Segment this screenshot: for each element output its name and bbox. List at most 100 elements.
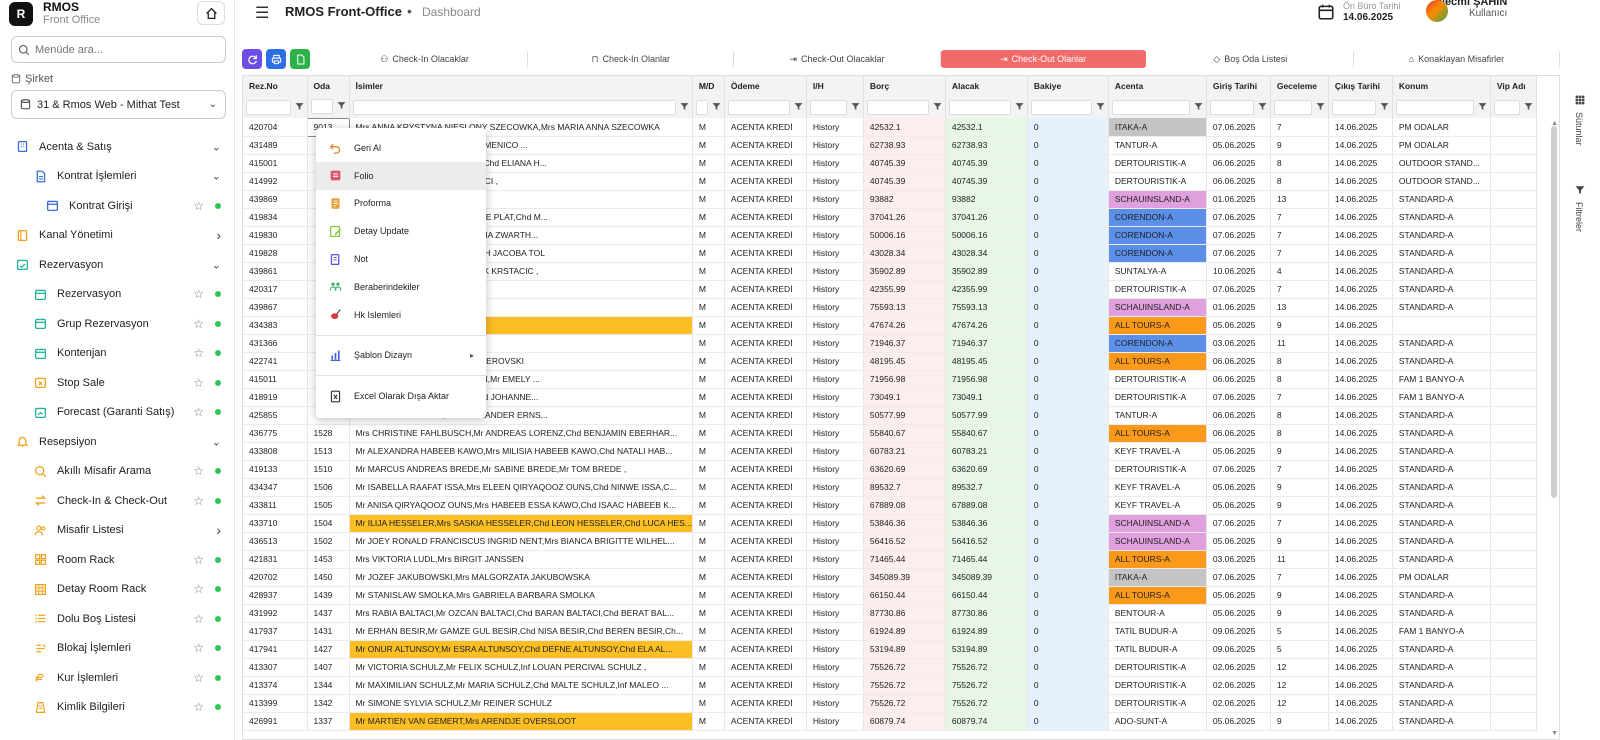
table-cell[interactable] <box>1490 532 1537 551</box>
table-cell[interactable]: 06.06.2025 <box>1206 352 1271 371</box>
table-cell[interactable]: M <box>692 586 725 605</box>
table-cell[interactable] <box>1490 694 1537 713</box>
table-cell[interactable]: STANDARD-A <box>1392 460 1491 479</box>
table-cell[interactable]: 05.06.2025 <box>1206 712 1271 731</box>
table-cell[interactable]: 431489 <box>243 136 308 155</box>
table-cell[interactable]: 61924.89 <box>945 622 1028 641</box>
table-cell[interactable]: 05.06.2025 <box>1206 586 1271 605</box>
table-cell[interactable]: ACENTA KREDİ <box>724 514 807 533</box>
sidebar-item-8[interactable]: Stop Sale ☆ <box>0 368 234 398</box>
table-cell[interactable]: 434383 <box>243 316 308 335</box>
table-cell[interactable]: ACENTA KREDİ <box>724 118 807 137</box>
table-cell[interactable]: SCHAUINSLAND-A <box>1108 514 1207 533</box>
table-cell[interactable]: 50006.16 <box>945 226 1028 245</box>
table-cell[interactable]: M <box>692 244 725 263</box>
table-cell[interactable]: 06.06.2025 <box>1206 370 1271 389</box>
table-cell[interactable] <box>1490 352 1537 371</box>
table-cell[interactable]: 14.06.2025 <box>1328 316 1393 335</box>
table-cell[interactable]: STANDARD-A <box>1392 190 1491 209</box>
column-filter-input[interactable] <box>1209 99 1254 115</box>
table-cell[interactable]: 0 <box>1027 622 1109 641</box>
hamburger-menu-icon[interactable]: ☰ <box>255 3 269 23</box>
table-cell[interactable]: History <box>806 334 864 353</box>
column-header[interactable]: İsimler <box>349 76 693 96</box>
table-cell[interactable]: 8 <box>1270 172 1329 191</box>
table-cell[interactable]: 05.06.2025 <box>1206 316 1271 335</box>
favorite-star-icon[interactable]: ☆ <box>193 612 204 626</box>
table-cell[interactable]: ACENTA KREDİ <box>724 694 807 713</box>
table-cell[interactable]: History <box>806 352 864 371</box>
table-cell[interactable]: Mrs CHRISTINE FAHLBUSCH,Mr ANDREAS LOREN… <box>349 424 693 443</box>
table-cell[interactable]: 433808 <box>243 442 308 461</box>
table-cell[interactable]: History <box>806 676 864 695</box>
table-cell[interactable]: KEYF TRAVEL-A <box>1108 442 1207 461</box>
filter-icon[interactable] <box>1194 102 1203 113</box>
table-cell[interactable]: History <box>806 370 864 389</box>
table-cell[interactable]: 35902.89 <box>945 262 1028 281</box>
table-cell[interactable]: 433710 <box>243 514 308 533</box>
table-cell[interactable]: KEYF TRAVEL-A <box>1108 496 1207 515</box>
filter-icon[interactable] <box>712 102 721 113</box>
context-menu-item-8[interactable]: Excel Olarak Dışa Aktar <box>316 382 486 410</box>
filter-icon[interactable] <box>1380 102 1389 113</box>
filter-icon[interactable] <box>794 102 803 113</box>
table-cell[interactable]: 07.06.2025 <box>1206 226 1271 245</box>
table-cell[interactable]: M <box>692 226 725 245</box>
table-cell[interactable]: 7 <box>1270 226 1329 245</box>
sidebar-item-3[interactable]: Kanal Yönetimi › <box>0 221 234 251</box>
table-cell[interactable]: 0 <box>1027 532 1109 551</box>
table-cell[interactable]: 14.06.2025 <box>1328 352 1393 371</box>
table-cell[interactable]: STANDARD-A <box>1392 586 1491 605</box>
table-cell[interactable]: 1502 <box>307 532 350 551</box>
table-cell[interactable]: Mr ANISA QIRYAQOOZ OUNS,Mrs HABEEB ESSA … <box>349 496 693 515</box>
table-cell[interactable]: 422741 <box>243 352 308 371</box>
table-cell[interactable]: ACENTA KREDİ <box>724 190 807 209</box>
favorite-star-icon[interactable]: ☆ <box>193 641 204 655</box>
chevron-down-icon[interactable]: ⌄ <box>212 140 221 153</box>
table-cell[interactable]: History <box>806 118 864 137</box>
column-filter-input[interactable] <box>1273 99 1312 115</box>
table-cell[interactable]: History <box>806 226 864 245</box>
table-cell[interactable]: M <box>692 280 725 299</box>
table-cell[interactable]: ALL TOURS-A <box>1108 586 1207 605</box>
table-cell[interactable]: 434347 <box>243 478 308 497</box>
table-cell[interactable]: STANDARD-A <box>1392 352 1491 371</box>
table-cell[interactable]: 40745.39 <box>863 154 946 173</box>
sidebar-item-16[interactable]: Dolu Boş Listesi ☆ <box>0 604 234 634</box>
table-cell[interactable]: 93882 <box>863 190 946 209</box>
table-cell[interactable]: 14.06.2025 <box>1328 370 1393 389</box>
context-menu-item-7[interactable]: Şablon Dizayn ▸ <box>316 342 486 370</box>
table-cell[interactable]: 60879.74 <box>945 712 1028 731</box>
table-cell[interactable]: STANDARD-A <box>1392 424 1491 443</box>
column-filter-input[interactable] <box>809 99 847 115</box>
table-cell[interactable]: M <box>692 136 725 155</box>
table-cell[interactable]: History <box>806 172 864 191</box>
table-cell[interactable]: 42355.99 <box>945 280 1028 299</box>
table-cell[interactable]: CORENDON-A <box>1108 244 1207 263</box>
table-cell[interactable]: 0 <box>1027 604 1109 623</box>
table-cell[interactable]: 14.06.2025 <box>1328 388 1393 407</box>
tab-2[interactable]: ⇥ Check-Out Olacaklar <box>734 50 941 68</box>
table-cell[interactable]: 8 <box>1270 406 1329 425</box>
table-cell[interactable]: M <box>692 334 725 353</box>
table-cell[interactable]: 7 <box>1270 208 1329 227</box>
table-cell[interactable]: 71465.44 <box>863 550 946 569</box>
table-cell[interactable]: 1427 <box>307 640 350 659</box>
table-cell[interactable]: 71946.37 <box>945 334 1028 353</box>
table-cell[interactable] <box>1490 334 1537 353</box>
favorite-star-icon[interactable]: ☆ <box>193 346 204 360</box>
table-cell[interactable]: 9 <box>1270 496 1329 515</box>
table-cell[interactable]: Mr STANISLAW SMOLKA,Mrs GABRIELA BARBARA… <box>349 586 693 605</box>
table-cell[interactable]: 89532.7 <box>863 478 946 497</box>
table-cell[interactable]: 0 <box>1027 442 1109 461</box>
table-cell[interactable]: 50577.99 <box>863 406 946 425</box>
column-filter-input[interactable] <box>1030 99 1092 115</box>
table-cell[interactable] <box>1490 478 1537 497</box>
table-cell[interactable]: ITAKA-A <box>1108 568 1207 587</box>
table-cell[interactable]: History <box>806 532 864 551</box>
table-cell[interactable]: 87730.86 <box>863 604 946 623</box>
sidebar-item-10[interactable]: Resepsiyon ⌄ <box>0 427 234 457</box>
table-cell[interactable]: M <box>692 676 725 695</box>
table-cell[interactable]: 14.06.2025 <box>1328 604 1393 623</box>
sidebar-item-19[interactable]: Kimlik Bilgileri ☆ <box>0 693 234 723</box>
